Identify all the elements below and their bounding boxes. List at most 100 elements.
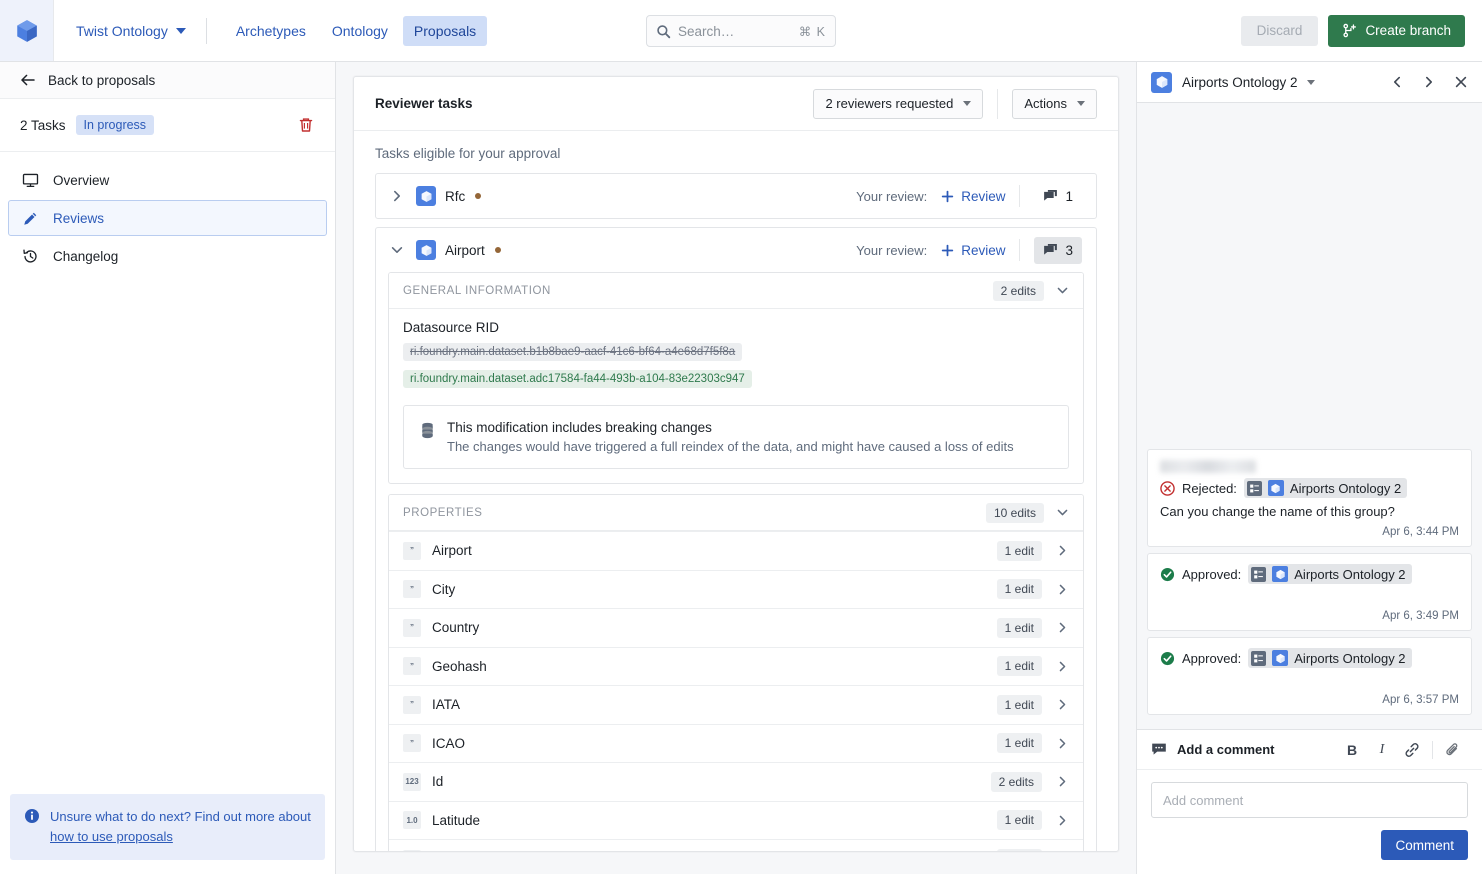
how-to-use-proposals-link[interactable]: how to use proposals — [50, 827, 311, 847]
add-review-button[interactable]: Review — [941, 189, 1005, 204]
primary-nav: Archetypes Ontology Proposals — [225, 15, 488, 46]
task-comments-button[interactable]: 1 — [1034, 183, 1082, 210]
attach-button[interactable] — [1438, 737, 1468, 763]
properties-list-icon — [1246, 480, 1262, 496]
row-right: 1 edit — [996, 656, 1069, 677]
section-header-right: 2 edits — [992, 280, 1069, 301]
comment-status-label: Rejected: — [1182, 480, 1237, 496]
italic-button[interactable]: I — [1367, 737, 1397, 763]
composer-submit-row: Comment — [1137, 830, 1482, 874]
chevron-right-icon[interactable] — [1056, 775, 1069, 788]
task-comments-button[interactable]: 3 — [1034, 236, 1082, 264]
app-root: Twist Ontology Archetypes Ontology Propo… — [0, 0, 1482, 874]
reviewer-tasks-card: Reviewer tasks 2 reviewers requested Act… — [353, 76, 1119, 852]
nav-proposals[interactable]: Proposals — [402, 15, 488, 46]
edits-count-badge: 10 edits — [985, 502, 1044, 523]
header-divider — [997, 88, 999, 119]
chevron-right-icon[interactable] — [1056, 698, 1069, 711]
chevron-right-icon[interactable] — [1056, 660, 1069, 673]
table-row[interactable]: ” ICAO 1 edit — [389, 723, 1083, 763]
chevron-down-icon[interactable] — [390, 243, 404, 257]
chevron-down-icon[interactable] — [1306, 79, 1315, 85]
chevron-right-icon[interactable] — [1056, 583, 1069, 596]
trash-icon[interactable] — [297, 116, 315, 134]
sidebar-nav: Overview Reviews Changelog — [0, 152, 335, 276]
help-callout: Unsure what to do next? Find out more ab… — [10, 793, 325, 860]
row-right: 1 edit — [996, 848, 1069, 851]
ontology-chip[interactable]: Airports Ontology 2 — [1243, 478, 1408, 498]
bold-button[interactable]: B — [1337, 737, 1367, 763]
comment-input[interactable] — [1151, 782, 1468, 818]
sidebar-item-changelog[interactable]: Changelog — [8, 238, 327, 274]
comment-count: 3 — [1065, 242, 1073, 258]
chevron-right-icon[interactable] — [1056, 737, 1069, 750]
edits-count-badge: 2 edits — [992, 280, 1044, 301]
monitor-icon — [22, 173, 39, 187]
add-review-button[interactable]: Review — [941, 243, 1005, 258]
table-row[interactable]: ” IATA 1 edit — [389, 685, 1083, 724]
eligible-tasks-label: Tasks eligible for your approval — [375, 146, 561, 161]
workspace-selector[interactable]: Twist Ontology — [68, 18, 194, 44]
create-branch-button[interactable]: Create branch — [1328, 14, 1465, 47]
table-row[interactable]: 1.0 Latitude 1 edit — [389, 800, 1083, 840]
rid-diff-row: ri.foundry.main.dataset.b1b8bae9-aacf-41… — [403, 343, 1069, 388]
reviewers-requested-select[interactable]: 2 reviewers requested — [813, 88, 984, 119]
section-title: GENERAL INFORMATION — [403, 284, 551, 297]
row-right: 1 edit — [996, 579, 1069, 600]
app-logo[interactable] — [0, 0, 54, 61]
property-name: IATA — [432, 697, 461, 713]
search-box[interactable]: Search… ⌘ K — [646, 15, 836, 47]
right-panel-title: Airports Ontology 2 — [1182, 74, 1298, 90]
table-row[interactable]: ” Airport 1 edit — [389, 531, 1083, 570]
table-row[interactable]: ” Country 1 edit — [389, 608, 1083, 647]
chevron-right-icon[interactable] — [1056, 621, 1069, 634]
link-button[interactable] — [1397, 737, 1427, 763]
link-icon — [1405, 742, 1419, 757]
chevron-right-icon[interactable] — [390, 189, 404, 203]
edits-count-badge: 1 edit — [996, 810, 1042, 831]
nav-archetypes[interactable]: Archetypes — [225, 16, 317, 46]
row-right: 1 edit — [996, 540, 1069, 561]
chevron-down-icon[interactable] — [1056, 506, 1069, 519]
type-double-icon: 1.0 — [403, 849, 421, 851]
sidebar-item-overview[interactable]: Overview — [8, 162, 327, 198]
discard-button[interactable]: Discard — [1240, 15, 1319, 46]
table-row[interactable]: ” City 1 edit — [389, 569, 1083, 609]
nav-ontology[interactable]: Ontology — [321, 16, 399, 46]
object-type-icon — [1151, 71, 1172, 93]
object-type-icon — [416, 186, 436, 206]
sidebar-item-reviews[interactable]: Reviews — [8, 200, 327, 236]
chevron-right-icon[interactable] — [1056, 544, 1069, 557]
ontology-chip[interactable]: Airports Ontology 2 — [1248, 564, 1412, 584]
task-detail: GENERAL INFORMATION 2 edits Datasource R… — [376, 272, 1096, 851]
ontology-chip[interactable]: Airports Ontology 2 — [1248, 648, 1412, 668]
submit-comment-button[interactable]: Comment — [1381, 830, 1468, 860]
chevron-right-icon[interactable] — [1056, 814, 1069, 827]
task-header[interactable]: Rfc Your review: Review 1 — [376, 174, 1096, 218]
table-row[interactable]: 123 Id 2 edits — [389, 762, 1083, 801]
workspace-name: Twist Ontology — [76, 22, 168, 39]
arrow-left-icon — [21, 74, 35, 86]
property-name: Latitude — [432, 812, 481, 828]
chevron-left-icon[interactable] — [1390, 75, 1404, 89]
branch-icon — [1343, 23, 1357, 38]
close-icon[interactable] — [1454, 75, 1468, 89]
property-name: ICAO — [432, 735, 466, 751]
cube-icon — [1276, 569, 1285, 579]
table-row[interactable]: ” Geohash 1 edit — [389, 646, 1083, 686]
edits-count-badge: 2 edits — [990, 771, 1042, 792]
row-right: 1 edit — [996, 694, 1069, 715]
task-header[interactable]: Airport Your review: Review 3 — [376, 228, 1096, 272]
chevron-right-icon[interactable] — [1422, 75, 1436, 89]
section-title: PROPERTIES — [403, 506, 483, 519]
object-type-icon — [1267, 480, 1284, 496]
back-to-proposals-link[interactable]: Back to proposals — [0, 62, 335, 99]
global-search: Search… ⌘ K — [646, 15, 836, 47]
object-type-icon — [1272, 566, 1289, 582]
task-rfc: Rfc Your review: Review 1 — [375, 173, 1097, 219]
table-row[interactable]: 1.0 Longitude 1 edit — [389, 839, 1083, 851]
chevron-down-icon[interactable] — [1056, 284, 1069, 297]
actions-menu-button[interactable]: Actions — [1012, 88, 1097, 119]
type-string-icon: ” — [403, 580, 421, 599]
comment-icon — [1044, 243, 1058, 255]
